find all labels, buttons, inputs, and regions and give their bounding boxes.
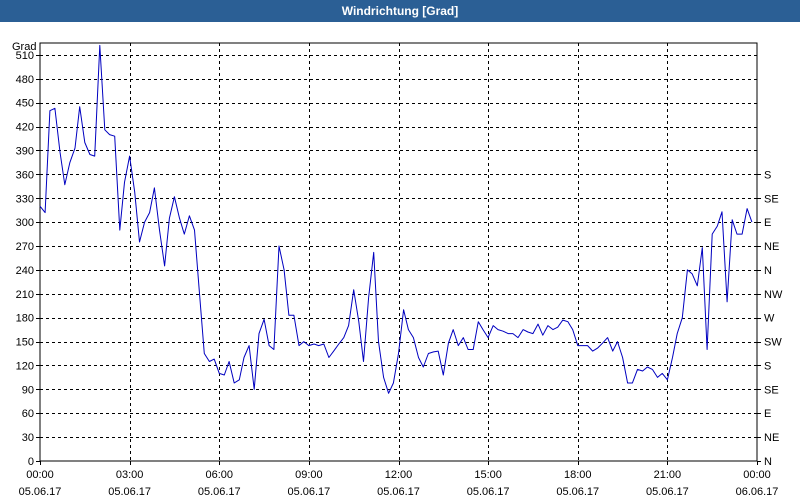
y-tick-label: 300 xyxy=(16,217,34,229)
x-tick-time-label: 12:00 xyxy=(385,469,413,481)
y-tick-label: 270 xyxy=(16,241,34,253)
compass-tick-label: E xyxy=(764,408,771,420)
left-axis: 0 30 60 90 120 150 180 210 240 270 300 330 360 390 420… xyxy=(16,50,40,468)
x-tick-time-label: 15:00 xyxy=(474,469,502,481)
compass-tick-label: SW xyxy=(764,337,782,349)
compass-tick-label: N xyxy=(764,265,772,277)
x-tick-date-label: 05.06.17 xyxy=(467,486,510,498)
bottom-axis: 00:00 05.06.17 03:00 05.06.17 06:00 05.06.17 0… xyxy=(19,461,779,498)
compass-tick-label: NE xyxy=(764,241,779,253)
y-tick-label: 330 xyxy=(16,193,34,205)
compass-tick-label: SE xyxy=(764,193,779,205)
compass-tick-label: NW xyxy=(764,289,783,301)
y-tick-label: 120 xyxy=(16,360,34,372)
compass-tick-label: E xyxy=(764,217,771,229)
y-tick-label: 90 xyxy=(22,384,34,396)
y-tick-label: 30 xyxy=(22,432,34,444)
compass-tick-label: W xyxy=(764,313,775,325)
y-tick-label: 180 xyxy=(16,313,34,325)
x-tick-date-label: 05.06.17 xyxy=(556,486,599,498)
plot-area xyxy=(39,42,758,462)
wind-direction-chart: 0 30 60 90 120 150 180 210 240 270 300 330 360 390 420… xyxy=(12,41,783,498)
compass-tick-label: S xyxy=(764,360,771,372)
x-tick-date-label: 05.06.17 xyxy=(198,486,241,498)
x-tick-time-label: 18:00 xyxy=(564,469,592,481)
x-tick-time-label: 00:00 xyxy=(743,469,771,481)
x-tick-time-label: 06:00 xyxy=(205,469,233,481)
y-tick-label: 480 xyxy=(16,74,34,86)
y-tick-label: 450 xyxy=(16,98,34,110)
y-tick-label: 0 xyxy=(28,456,34,468)
y-tick-label: 60 xyxy=(22,408,34,420)
x-tick-date-label: 06.06.17 xyxy=(736,486,779,498)
right-axis: N NE E SE S SW W NW N NE E SE S xyxy=(757,169,783,468)
y-tick-label: 420 xyxy=(16,122,34,134)
x-tick-date-label: 05.06.17 xyxy=(377,486,420,498)
compass-tick-label: SE xyxy=(764,384,779,396)
y-tick-label: 390 xyxy=(16,145,34,157)
x-tick-date-label: 05.06.17 xyxy=(287,486,330,498)
x-tick-date-label: 05.06.17 xyxy=(19,486,62,498)
y-tick-label: 360 xyxy=(16,169,34,181)
x-tick-date-label: 05.06.17 xyxy=(108,486,151,498)
compass-tick-label: S xyxy=(764,169,771,181)
y-tick-label: 240 xyxy=(16,265,34,277)
x-tick-time-label: 00:00 xyxy=(26,469,54,481)
y-axis-label: Grad xyxy=(12,41,36,53)
compass-tick-label: N xyxy=(764,456,772,468)
x-tick-time-label: 21:00 xyxy=(654,469,682,481)
y-tick-label: 210 xyxy=(16,289,34,301)
y-tick-label: 150 xyxy=(16,337,34,349)
compass-tick-label: NE xyxy=(764,432,779,444)
x-tick-date-label: 05.06.17 xyxy=(646,486,689,498)
x-tick-time-label: 09:00 xyxy=(295,469,323,481)
x-tick-time-label: 03:00 xyxy=(116,469,144,481)
